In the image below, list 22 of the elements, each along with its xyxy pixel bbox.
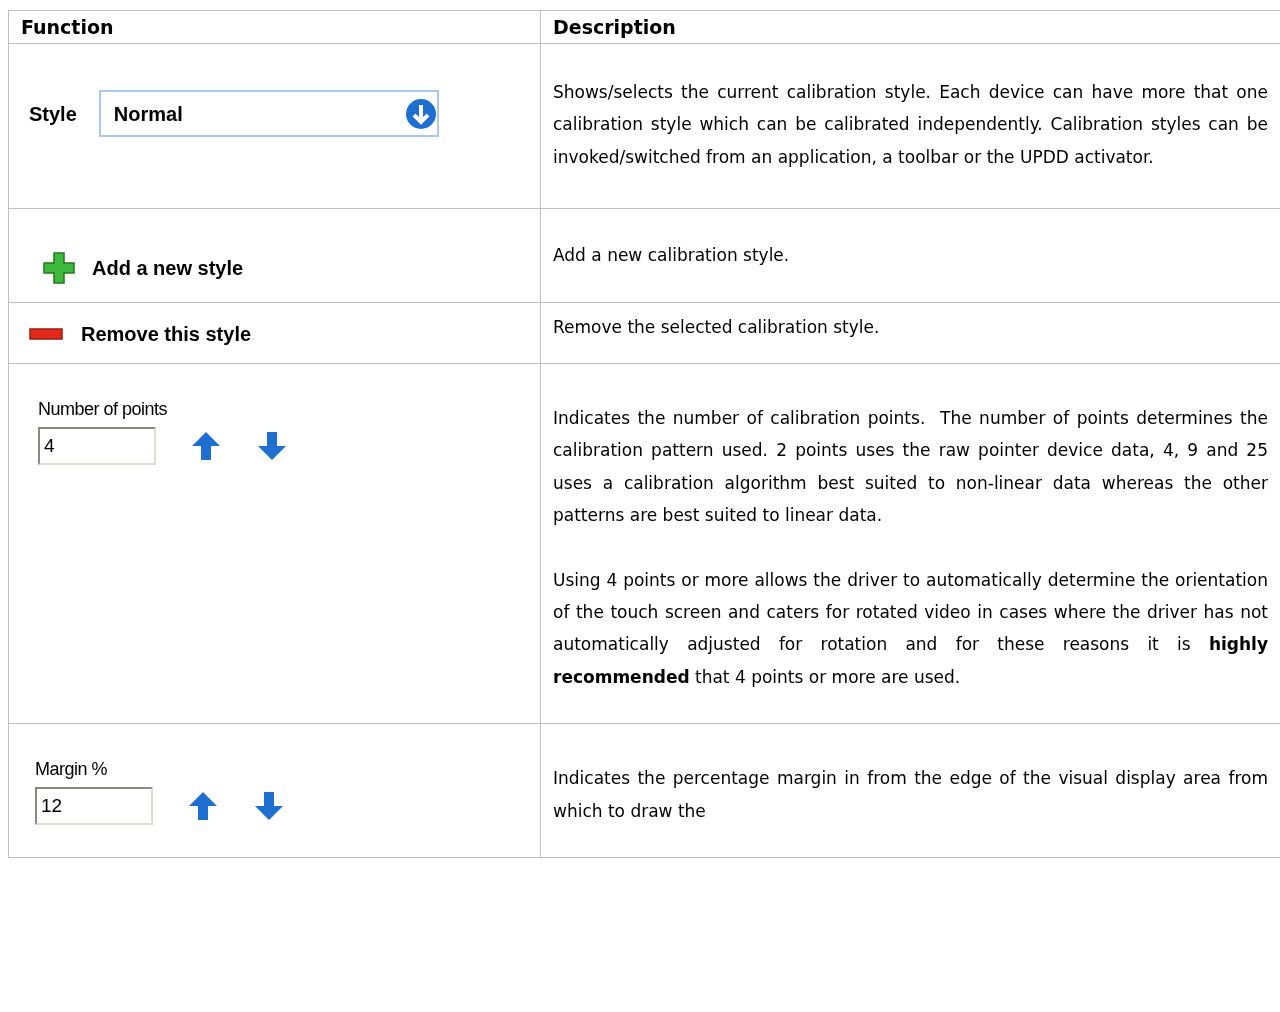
description-text: Using 4 points or more allows the driver to automatically determine the orientation of the touch screen and caters for rotated video in cases where the driver has not automatically adjusted for rotation and for these reasons it is highly recommended that 4 points or more are used. — [553, 568, 1268, 689]
input-field[interactable]: 4 — [38, 427, 156, 466]
description-text: Shows/selects the current calibration style. Each device can have more that one calibration style which can be calibrated independently. Calibration styles can be invoked/switched from an application, a toolbar or the UPDD activator. — [553, 81, 1268, 169]
field-label: Number of points — [38, 399, 168, 420]
input-field[interactable]: 12 — [35, 787, 153, 826]
field-label: Margin % — [35, 759, 108, 780]
arrow-up-icon[interactable] — [187, 790, 219, 823]
arrow-down-icon[interactable] — [256, 430, 288, 463]
column-header: Function — [21, 16, 114, 38]
description-text: Add a new calibration style. — [553, 244, 791, 268]
style-dropdown[interactable]: Normal — [98, 90, 439, 137]
column-header: Description — [553, 16, 676, 38]
arrow-down-icon[interactable] — [253, 790, 285, 823]
add-style-button[interactable]: Add a new style — [92, 253, 244, 284]
description-text: Remove the selected calibration style. — [553, 315, 881, 339]
remove-style-button[interactable]: Remove this style — [81, 318, 252, 349]
field-label: Style — [29, 101, 77, 127]
description-text: Indicates the number of calibration points. The number of points determines the calibration pattern used. 2 points uses the raw pointer device data, 4, 9 and 25 uses a calibration algorithm best suited to non-linear data whereas the other patterns are best suited to linear data. — [553, 407, 1268, 528]
arrow-up-icon[interactable] — [190, 430, 222, 463]
plus-icon — [43, 252, 75, 285]
description-text: Indicates the percentage margin in from the edge of the visual display area from which to draw the — [553, 767, 1268, 823]
minus-icon — [29, 327, 63, 340]
